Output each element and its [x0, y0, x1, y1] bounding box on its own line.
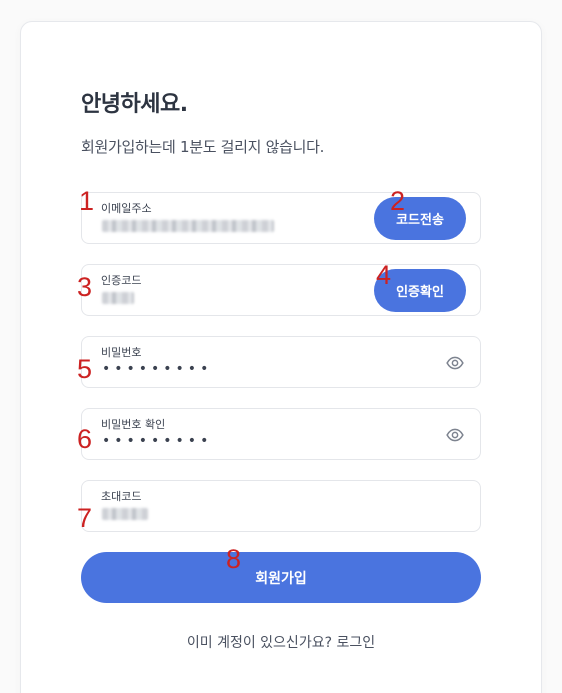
signup-button[interactable]: 회원가입 [81, 552, 481, 603]
eye-icon[interactable] [446, 354, 464, 372]
annotation-8: 8 [226, 544, 242, 574]
email-field[interactable]: 이메일주소 코드전송 [81, 192, 481, 244]
password-field[interactable]: 비밀번호 ••••••••• [81, 336, 481, 388]
password-confirm-field[interactable]: 비밀번호 확인 ••••••••• [81, 408, 481, 460]
password-confirm-value: ••••••••• [102, 433, 213, 449]
invite-code-label: 초대코드 [101, 490, 142, 503]
login-link[interactable]: 이미 계정이 있으신가요? 로그인 [0, 632, 562, 652]
annotation-1: 1 [79, 186, 95, 216]
page-title: 안녕하세요. [81, 92, 188, 117]
send-code-button[interactable]: 코드전송 [374, 197, 466, 240]
email-label: 이메일주소 [101, 202, 152, 215]
annotation-3: 3 [77, 272, 93, 302]
annotation-5: 5 [77, 354, 93, 384]
invite-code-field[interactable]: 초대코드 [81, 480, 481, 532]
page-subtitle: 회원가입하는데 1분도 걸리지 않습니다. [81, 138, 325, 156]
password-label: 비밀번호 [101, 346, 142, 359]
verification-code-label: 인증코드 [101, 274, 142, 287]
verification-code-value-redacted [102, 292, 134, 304]
password-confirm-label: 비밀번호 확인 [101, 418, 166, 431]
annotation-4: 4 [376, 260, 392, 290]
annotation-2: 2 [390, 186, 406, 216]
annotation-7: 7 [77, 503, 93, 533]
invite-code-value-redacted [102, 508, 148, 520]
eye-icon[interactable] [446, 426, 464, 444]
verification-code-field[interactable]: 인증코드 인증확인 [81, 264, 481, 316]
email-value-redacted [102, 220, 274, 232]
password-value: ••••••••• [102, 361, 213, 377]
annotation-6: 6 [77, 424, 93, 454]
